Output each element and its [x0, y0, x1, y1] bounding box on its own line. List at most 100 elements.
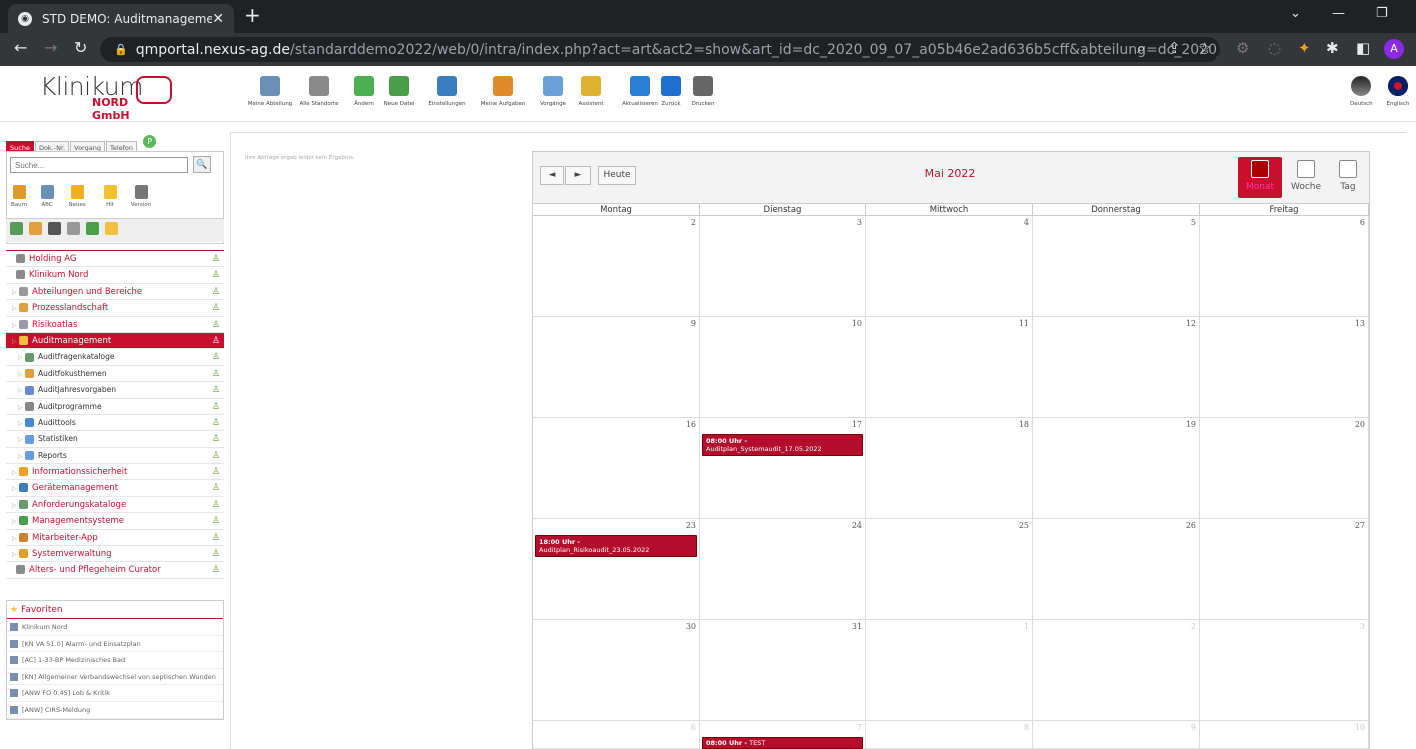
day-cell[interactable]: 25: [866, 519, 1033, 620]
puzzle-icon[interactable]: ✱: [1326, 39, 1339, 57]
toolbar-tasks-button[interactable]: Meine Aufgaben: [473, 76, 533, 116]
favorite-item[interactable]: [KN] Allgemeiner Verbandswechsel von sep…: [7, 669, 223, 686]
document-icon[interactable]: [67, 222, 80, 235]
toolbar-new-file-button[interactable]: Neue Datei: [377, 76, 421, 116]
user-icon[interactable]: ♙: [212, 448, 220, 464]
expand-arrow-icon[interactable]: ▷: [18, 416, 25, 432]
day-cell[interactable]: 8: [866, 721, 1033, 749]
reload-icon[interactable]: ↻: [74, 38, 87, 57]
user-icon[interactable]: ♙: [212, 480, 220, 496]
view-day-button[interactable]: Tag: [1326, 157, 1370, 198]
day-cell[interactable]: 4: [866, 216, 1033, 317]
day-cell[interactable]: 3: [1200, 620, 1369, 721]
user-icon[interactable]: ♙: [212, 267, 220, 283]
back-arrow-icon[interactable]: ←: [14, 38, 27, 57]
favorite-item[interactable]: [AC] 1-33-BP Medizinisches Bad: [7, 652, 223, 669]
toolbar-pencil-button[interactable]: Ändern: [348, 76, 380, 116]
tree-item[interactable]: ▷ Auditprogramme ♙: [6, 399, 224, 415]
day-cell[interactable]: 5: [1033, 216, 1200, 317]
day-cell[interactable]: 2: [533, 216, 700, 317]
expand-arrow-icon[interactable]: ▷: [12, 498, 19, 514]
star-add-icon[interactable]: [105, 222, 118, 235]
today-button[interactable]: Heute: [598, 166, 636, 185]
user-icon[interactable]: ♙: [212, 464, 220, 480]
calendar-event[interactable]: 18:00 Uhr - Auditplan_Risikoaudit_23.05.2…: [535, 535, 697, 557]
tree-item[interactable]: ▷ Gerätemanagement ♙: [6, 480, 224, 497]
expand-arrow-icon[interactable]: ▷: [18, 350, 25, 366]
day-cell[interactable]: 10: [700, 317, 866, 418]
expand-arrow-icon[interactable]: ▷: [12, 481, 19, 497]
tab-search-icon[interactable]: ⌄: [1290, 6, 1301, 21]
user-icon[interactable]: ♙: [212, 530, 220, 546]
prev-month-button[interactable]: ◄: [540, 166, 564, 185]
view-hit-button[interactable]: Hit: [99, 185, 121, 208]
expand-arrow-icon[interactable]: ▷: [18, 400, 25, 416]
forward-arrow-icon[interactable]: →: [44, 38, 57, 57]
favorite-item[interactable]: Klinikum Nord: [7, 619, 223, 636]
day-cell[interactable]: 31: [700, 620, 866, 721]
favorite-item[interactable]: [KN VA 51.0] Alarm- und Einsatzplan: [7, 636, 223, 653]
day-cell[interactable]: 2: [1033, 620, 1200, 721]
search-input[interactable]: [10, 157, 188, 173]
expand-arrow-icon[interactable]: ▷: [12, 334, 19, 350]
tree-item[interactable]: ▷ Managementsysteme ♙: [6, 513, 224, 530]
expand-arrow-icon[interactable]: ▷: [12, 285, 19, 301]
tree-item[interactable]: ▷ Anforderungskataloge ♙: [6, 497, 224, 514]
expand-arrow-icon[interactable]: ▷: [18, 367, 25, 383]
close-tab-icon[interactable]: ✕: [212, 11, 224, 27]
toolbar-settings-button[interactable]: Einstellungen: [420, 76, 474, 116]
view-neues-button[interactable]: Neues: [66, 185, 88, 208]
expand-arrow-icon[interactable]: ▷: [12, 531, 19, 547]
day-cell[interactable]: 9: [1033, 721, 1200, 749]
minimize-icon[interactable]: —: [1332, 6, 1345, 21]
user-icon[interactable]: ♙: [212, 300, 220, 316]
day-cell[interactable]: 24: [700, 519, 866, 620]
user-icon[interactable]: ♙: [212, 399, 220, 415]
tree-item[interactable]: ▷ Auditfokusthemen ♙: [6, 366, 224, 383]
day-cell[interactable]: 12: [1033, 317, 1200, 418]
tree-item[interactable]: ▷ Auditfragenkataloge ♙: [6, 349, 224, 366]
expand-arrow-icon[interactable]: ▷: [12, 514, 19, 530]
tree-item[interactable]: ▷ Informationssicherheit ♙: [6, 464, 224, 481]
user-icon[interactable]: ♙: [212, 284, 220, 300]
lang-deutsch[interactable]: Deutsch: [1350, 76, 1373, 116]
view-abc-button[interactable]: ABC: [36, 185, 58, 208]
view-month-button[interactable]: Monat: [1238, 157, 1282, 198]
view-version-button[interactable]: Version: [130, 185, 152, 208]
expand-arrow-icon[interactable]: ▷: [12, 318, 19, 334]
side-panel-icon[interactable]: ◧: [1356, 39, 1370, 57]
user-icon[interactable]: ♙: [212, 382, 220, 398]
browser-tab[interactable]: ◉ STD DEMO: Auditmanagement ✕: [8, 4, 234, 33]
favorite-item[interactable]: [ANW] CIRS-Meldung: [7, 702, 223, 719]
tree-item[interactable]: Holding AG ♙: [6, 251, 224, 268]
extension2-icon[interactable]: ◌: [1268, 39, 1281, 57]
add-icon[interactable]: [29, 222, 42, 235]
bookmark-star-icon[interactable]: ☆: [1198, 39, 1211, 57]
day-cell[interactable]: 10: [1200, 721, 1369, 749]
expand-arrow-icon[interactable]: ▷: [12, 547, 19, 563]
day-cell[interactable]: 30: [533, 620, 700, 721]
day-cell[interactable]: 6: [1200, 216, 1369, 317]
expand-arrow-icon[interactable]: ▷: [18, 432, 25, 448]
new-tab-icon[interactable]: +: [244, 4, 266, 28]
expand-arrow-icon[interactable]: ▷: [12, 301, 19, 317]
day-cell[interactable]: 3: [700, 216, 866, 317]
extension-icon[interactable]: ⚙: [1236, 39, 1249, 57]
tree-item[interactable]: ▷ Auditjahresvorgaben ♙: [6, 382, 224, 399]
tree-item[interactable]: ▷ Systemverwaltung ♙: [6, 546, 224, 563]
day-cell[interactable]: 11: [866, 317, 1033, 418]
toolbar-processes-button[interactable]: Vorgänge: [532, 76, 574, 116]
day-cell[interactable]: 19: [1033, 418, 1200, 519]
user-icon[interactable]: ♙: [212, 546, 220, 562]
flag-icon[interactable]: [86, 222, 99, 235]
toolbar-wand-button[interactable]: Assistent: [570, 76, 612, 116]
day-cell[interactable]: 13: [1200, 317, 1369, 418]
tree-item[interactable]: ▷ Mitarbeiter-App ♙: [6, 530, 224, 547]
user-icon[interactable]: ♙: [212, 349, 220, 365]
day-cell[interactable]: 20: [1200, 418, 1369, 519]
user-icon[interactable]: ♙: [212, 251, 220, 267]
tree-item[interactable]: Klinikum Nord ♙: [6, 267, 224, 284]
tree-item[interactable]: ▷ Prozesslandschaft ♙: [6, 300, 224, 317]
user-icon[interactable]: ♙: [212, 562, 220, 578]
day-cell[interactable]: 26: [1033, 519, 1200, 620]
